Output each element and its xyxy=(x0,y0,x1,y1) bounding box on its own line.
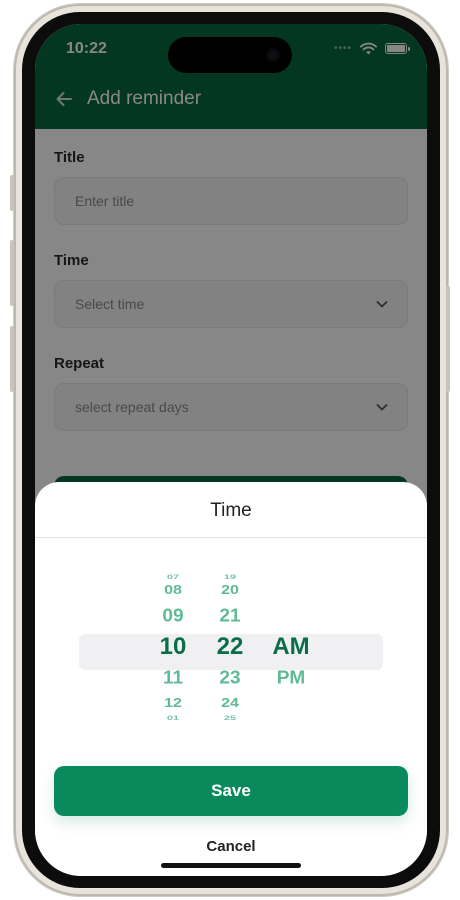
picker-option[interactable]: PM xyxy=(263,669,319,687)
picker-option[interactable]: 19 xyxy=(206,574,254,580)
picker-option[interactable]: 01 xyxy=(149,715,197,721)
minute-wheel[interactable]: 19 20 21 22 23 24 25 xyxy=(206,570,254,730)
time-picker-sheet: Time 07 08 09 10 11 12 01 19 20 21 22 23 24 25 AM PM … xyxy=(35,482,427,876)
hour-wheel[interactable]: 07 08 09 10 11 12 01 xyxy=(149,570,197,730)
picker-option[interactable]: 10 xyxy=(149,635,197,659)
picker-option[interactable]: 24 xyxy=(206,697,254,711)
picker-option[interactable]: 09 xyxy=(149,607,197,625)
picker-option[interactable]: 20 xyxy=(206,584,254,598)
time-picker: 07 08 09 10 11 12 01 19 20 21 22 23 24 25 AM PM xyxy=(35,570,427,730)
period-wheel[interactable]: AM PM xyxy=(263,570,319,730)
cancel-button[interactable]: Cancel xyxy=(35,838,427,855)
volume-down-button xyxy=(10,326,14,392)
picker-option[interactable]: 11 xyxy=(149,669,197,687)
screen: 10:22 •••• Add reminder Title Enter titl… xyxy=(35,24,427,876)
save-button[interactable]: Save xyxy=(54,766,408,816)
picker-option[interactable]: 25 xyxy=(206,715,254,721)
home-indicator xyxy=(161,863,301,868)
sheet-title: Time xyxy=(210,500,252,521)
picker-option[interactable]: AM xyxy=(263,635,319,659)
picker-option[interactable]: 22 xyxy=(206,635,254,659)
sheet-divider xyxy=(35,537,427,538)
picker-option[interactable]: 23 xyxy=(206,669,254,687)
picker-option[interactable]: 07 xyxy=(149,574,197,580)
picker-option[interactable]: 08 xyxy=(149,584,197,598)
picker-option[interactable]: 12 xyxy=(149,697,197,711)
power-button xyxy=(446,286,450,392)
picker-option[interactable]: 21 xyxy=(206,607,254,625)
mute-switch xyxy=(10,175,14,211)
volume-up-button xyxy=(10,240,14,306)
